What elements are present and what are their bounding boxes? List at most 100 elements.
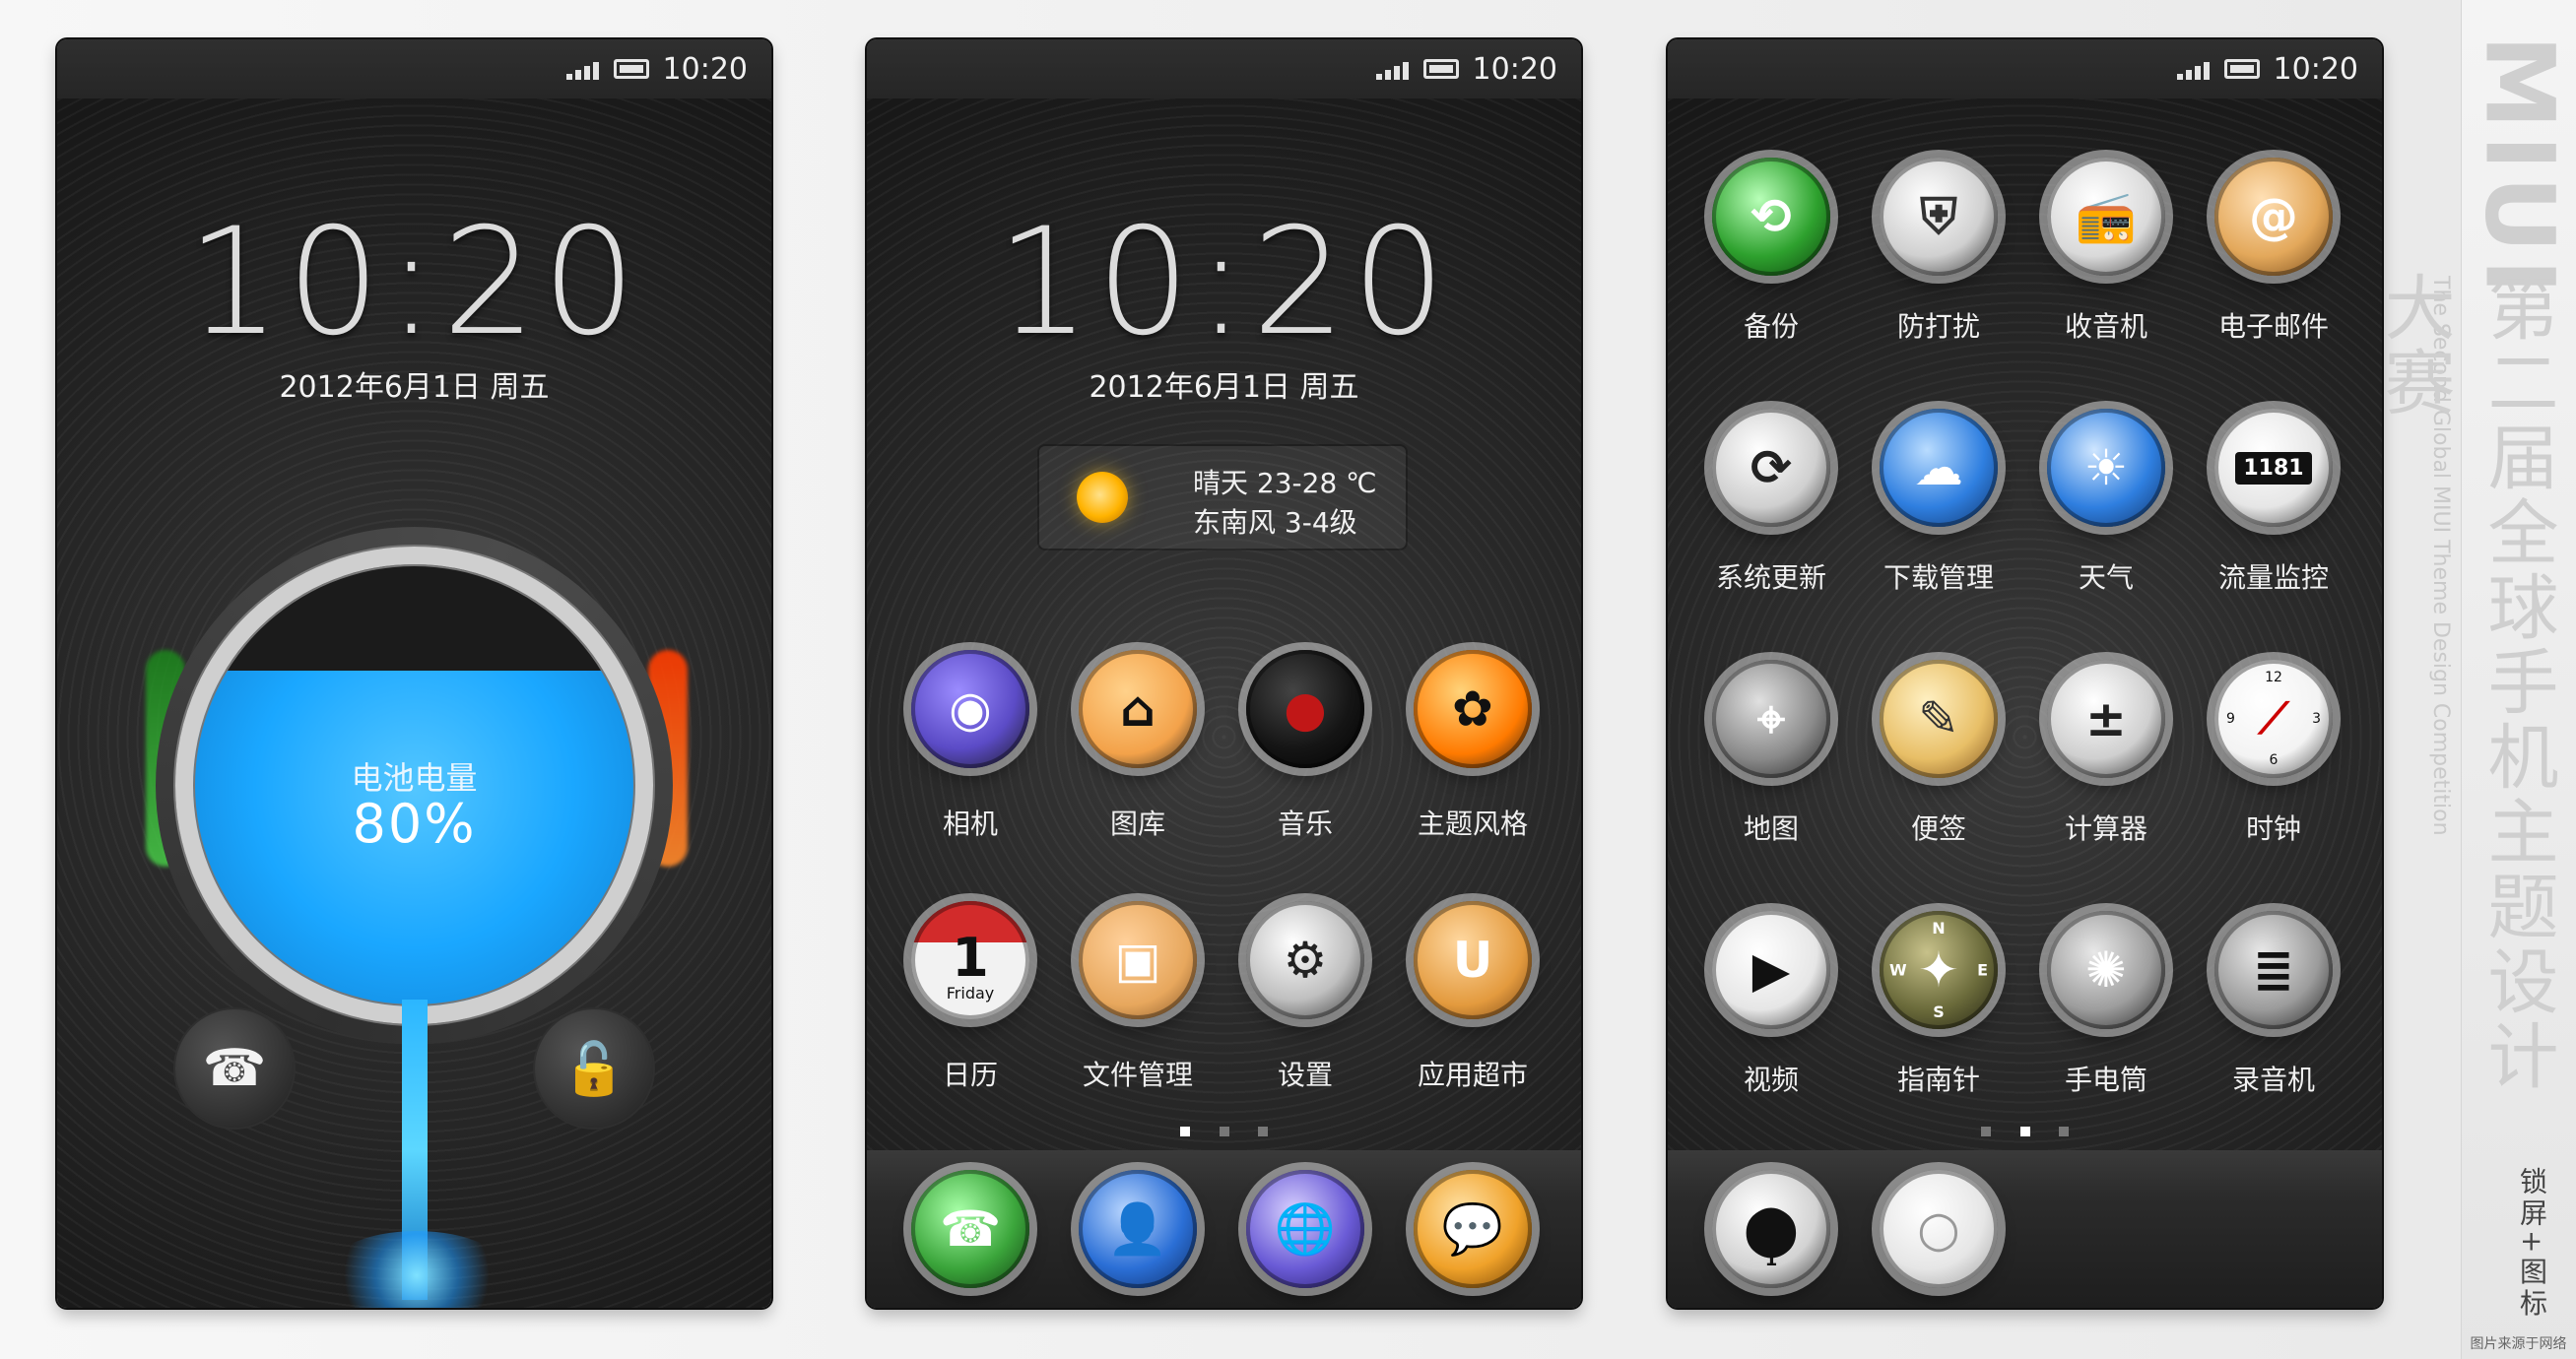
backup-app[interactable]: ⟲ — [1712, 158, 1830, 276]
clock-label: 时钟 — [2245, 812, 2301, 845]
gallery-app[interactable]: ⌂ — [1079, 650, 1197, 768]
lockscreen-icons-note: 锁屏+图标 — [2516, 1167, 2548, 1321]
clock-number-9: 9 — [2226, 711, 2235, 727]
lock-icon: 🔓 — [561, 1039, 627, 1099]
email-app[interactable]: @ — [2214, 158, 2333, 276]
email-icon: @ — [2249, 188, 2298, 245]
weather-widget[interactable]: 晴天 23-28 ℃ 东南风 3-4级 — [1039, 446, 1406, 549]
lockscreen-time: 10:20 — [186, 197, 642, 368]
notes-icon: ✎ — [1918, 690, 1959, 747]
page-dot-1[interactable] — [1981, 1127, 1992, 1136]
music-app[interactable]: ● — [1246, 650, 1364, 768]
home-time: 10:20 — [996, 197, 1452, 368]
dock-messages[interactable]: 💬 — [1414, 1170, 1532, 1288]
browser-icon: 🌐 — [1274, 1199, 1337, 1258]
image-credit: 图片来源于网络 — [2470, 1336, 2567, 1352]
recorder-app[interactable]: ≣ — [2214, 911, 2333, 1029]
page-dot-3[interactable] — [2058, 1127, 2069, 1136]
calculator-icon: ± — [2085, 690, 2127, 747]
compass-w: W — [1889, 960, 1907, 980]
download-icon: ☁ — [1914, 439, 1963, 496]
apps-phone: 10:20 ⟲ 备份 ⛨ 防打扰 📻 收音机 @ 电子邮件 ⟳ 系统更新 ☁ 下… — [1668, 39, 2382, 1308]
folder-icon: ▣ — [1114, 932, 1161, 989]
page-indicator — [867, 1122, 1581, 1140]
home-dock: ☎ 👤 🌐 💬 — [867, 1150, 1581, 1308]
calendar-day-word: Friday — [946, 984, 995, 1003]
camera-app[interactable]: ◉ — [911, 650, 1029, 768]
dock-contacts[interactable]: 👤 — [1079, 1170, 1197, 1288]
competition-title: 第二届全球手机主题设计大赛 — [2372, 271, 2558, 1094]
empty-slot-icon: ○ — [1917, 1200, 1960, 1258]
download-manager-app[interactable]: ☁ — [1880, 409, 1998, 527]
page-dot-1[interactable] — [1180, 1127, 1191, 1136]
battery-percentage: 80% — [352, 793, 477, 855]
recorder-icon: ≣ — [2253, 941, 2294, 999]
traffic-monitor-app[interactable]: 1181 — [2214, 409, 2333, 527]
calendar-app[interactable]: 1 Friday — [911, 901, 1029, 1019]
home-date: 2012年6月1日 周五 — [1089, 370, 1359, 405]
calculator-app[interactable]: ± — [2047, 660, 2165, 778]
contacts-icon: 👤 — [1106, 1199, 1169, 1258]
water-splash — [323, 1231, 510, 1308]
music-icon: ● — [1284, 680, 1327, 738]
battery-icon — [1422, 59, 1459, 79]
dock-browser[interactable]: 🌐 — [1246, 1170, 1364, 1288]
video-icon: ▶ — [1751, 941, 1791, 999]
status-time: 10:20 — [2273, 51, 2358, 87]
message-icon: 💬 — [1441, 1199, 1504, 1258]
theme-icon: ✿ — [1452, 680, 1493, 738]
settings-app[interactable]: ⚙ — [1246, 901, 1364, 1019]
compass-n: N — [1932, 919, 1946, 938]
call-button[interactable]: ☎ — [175, 1009, 294, 1128]
dock-phone[interactable]: ☎ — [911, 1170, 1029, 1288]
map-app[interactable]: ⌖ — [1712, 660, 1830, 778]
page-dot-2[interactable] — [2019, 1127, 2030, 1136]
notes-app[interactable]: ✎ — [1880, 660, 1998, 778]
brand-logo: MIUI — [2464, 34, 2575, 300]
theme-label: 主题风格 — [1417, 808, 1528, 840]
weather-line-1: 晴天 23-28 ℃ — [1193, 467, 1377, 499]
app-market-label: 应用超市 — [1417, 1059, 1528, 1091]
status-time: 10:20 — [1472, 51, 1557, 87]
lockscreen-date: 2012年6月1日 周五 — [279, 370, 550, 405]
signal-icon — [2176, 58, 2211, 80]
folder-shortcuts[interactable]: ⬤ 1 — [1712, 1170, 1830, 1288]
clock-number-3: 3 — [2312, 711, 2321, 727]
app-market-app[interactable]: U — [1414, 901, 1532, 1019]
weather-line-2: 东南风 3-4级 — [1193, 506, 1357, 539]
compass-icon: ✦ — [1918, 941, 1959, 999]
weather-icon: ☀ — [2083, 439, 2129, 496]
traffic-monitor-label: 流量监控 — [2217, 561, 2329, 594]
status-bar: 10:20 — [57, 39, 771, 98]
radio-app[interactable]: 📻 — [2047, 158, 2165, 276]
folder-mini-number: 1 — [1764, 1250, 1778, 1270]
gear-icon: ⚙ — [1283, 932, 1328, 989]
system-update-app[interactable]: ⟳ — [1712, 409, 1830, 527]
video-app[interactable]: ▶ — [1712, 911, 1830, 1029]
page-dot-2[interactable] — [1219, 1127, 1229, 1136]
backup-icon: ⟲ — [1750, 188, 1792, 245]
update-icon: ⟳ — [1750, 439, 1792, 496]
lockscreen-phone: 10:20 10:20 2012年6月1日 周五 电池电量 80% ☎ 🔓 — [57, 39, 771, 1308]
compass-app[interactable]: ✦ N E S W — [1880, 911, 1998, 1029]
file-manager-app[interactable]: ▣ — [1079, 901, 1197, 1019]
page-dot-3[interactable] — [1257, 1127, 1268, 1136]
clock-app[interactable]: ⟋ 12 3 6 9 — [2214, 660, 2333, 778]
flashlight-app[interactable]: ✺ — [2047, 911, 2165, 1029]
weather-app[interactable]: ☀ — [2047, 409, 2165, 527]
battery-icon — [613, 59, 649, 79]
apps-dock: ⬤ 1 ○ — [1668, 1150, 2382, 1308]
do-not-disturb-app[interactable]: ⛨ — [1880, 158, 1998, 276]
status-time: 10:20 — [662, 51, 748, 87]
empty-dock-slot[interactable]: ○ — [1880, 1170, 1998, 1288]
compass-s: S — [1933, 1003, 1945, 1021]
unlock-button[interactable]: 🔓 — [535, 1009, 653, 1128]
theme-app[interactable]: ✿ — [1414, 650, 1532, 768]
gallery-icon: ⌂ — [1120, 680, 1156, 738]
status-bar: 10:20 — [867, 39, 1581, 98]
camera-icon: ◉ — [949, 680, 992, 738]
phone-icon: ☎ — [939, 1200, 1002, 1258]
sun-icon — [1077, 472, 1128, 523]
signal-icon — [565, 58, 600, 80]
map-icon: ⌖ — [1756, 689, 1786, 747]
